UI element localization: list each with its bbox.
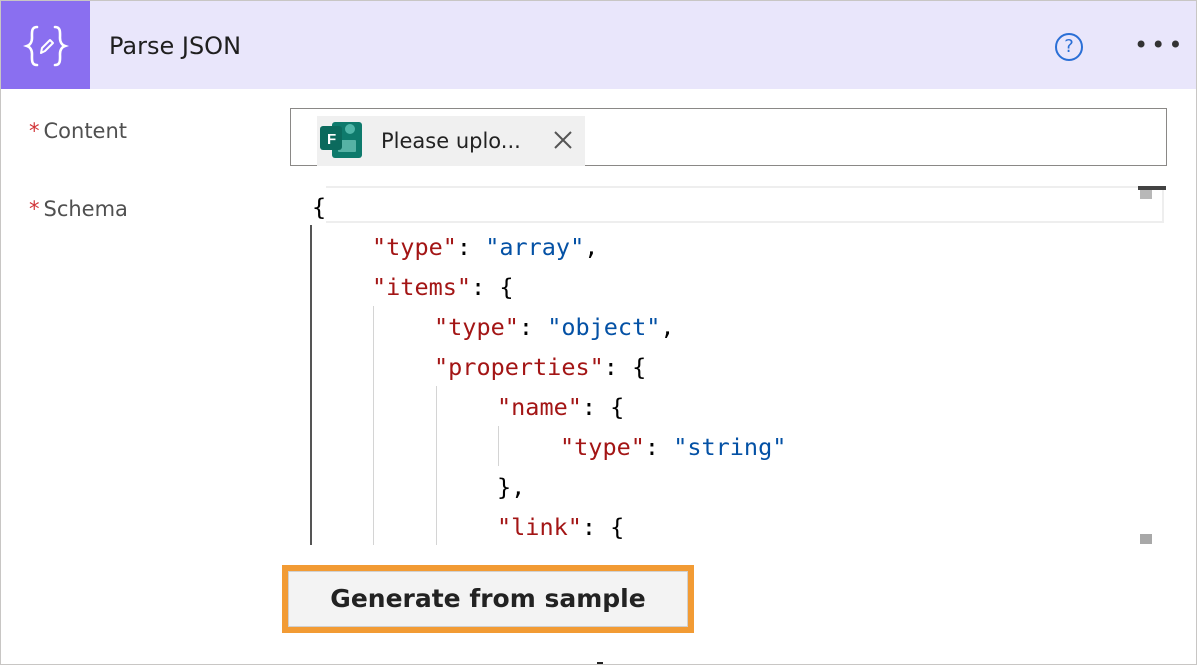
code-line-1: { [312,193,327,221]
dynamic-content-token[interactable]: F Please uplo... [317,116,585,166]
schema-code-editor[interactable]: { "type": "array", "items": { "type": "o… [310,186,1166,545]
scrollbar-thumb-top[interactable] [1140,190,1152,199]
indent-guide [436,386,437,545]
schema-label-text: Schema [43,197,128,221]
microsoft-forms-icon: F [320,122,362,158]
editor-scrollbar[interactable] [1138,186,1166,545]
indent-guide [373,306,374,545]
close-icon[interactable] [553,130,573,150]
code-line-3: "items": { [372,273,514,301]
action-title[interactable]: Parse JSON [109,32,241,60]
current-line-highlight [326,186,1164,223]
action-header[interactable]: Parse JSON ? ••• [1,1,1196,89]
required-mark: * [29,197,40,221]
parse-json-card: Parse JSON ? ••• * Content F Please uplo.… [0,0,1197,665]
editor-left-border [310,225,312,545]
schema-label: * Schema [29,197,128,221]
scrollbar-thumb-bottom[interactable] [1140,534,1152,544]
help-icon[interactable]: ? [1055,33,1083,61]
code-line-6: "name": { [497,393,625,421]
code-line-7: "type": "string" [560,433,787,461]
code-line-8: }, [497,473,526,501]
content-label: * Content [29,119,127,143]
code-line-9: "link": { [497,513,625,541]
code-line-4: "type": "object", [434,313,675,341]
code-line-5: "properties": { [434,353,647,381]
generate-from-sample-button[interactable]: Generate from sample [288,571,688,627]
code-line-2: "type": "array", [372,233,599,261]
content-label-text: Content [43,119,128,143]
required-mark: * [29,119,40,143]
indent-guide [498,426,499,466]
token-label: Please uplo... [381,129,521,153]
content-input[interactable]: F Please uplo... [290,108,1167,166]
card-bottom-mark [597,662,603,664]
braces-pencil-icon [1,1,90,89]
svg-text:F: F [327,131,336,148]
more-options-icon[interactable]: ••• [1134,33,1182,57]
highlight-frame: Generate from sample [282,565,694,633]
